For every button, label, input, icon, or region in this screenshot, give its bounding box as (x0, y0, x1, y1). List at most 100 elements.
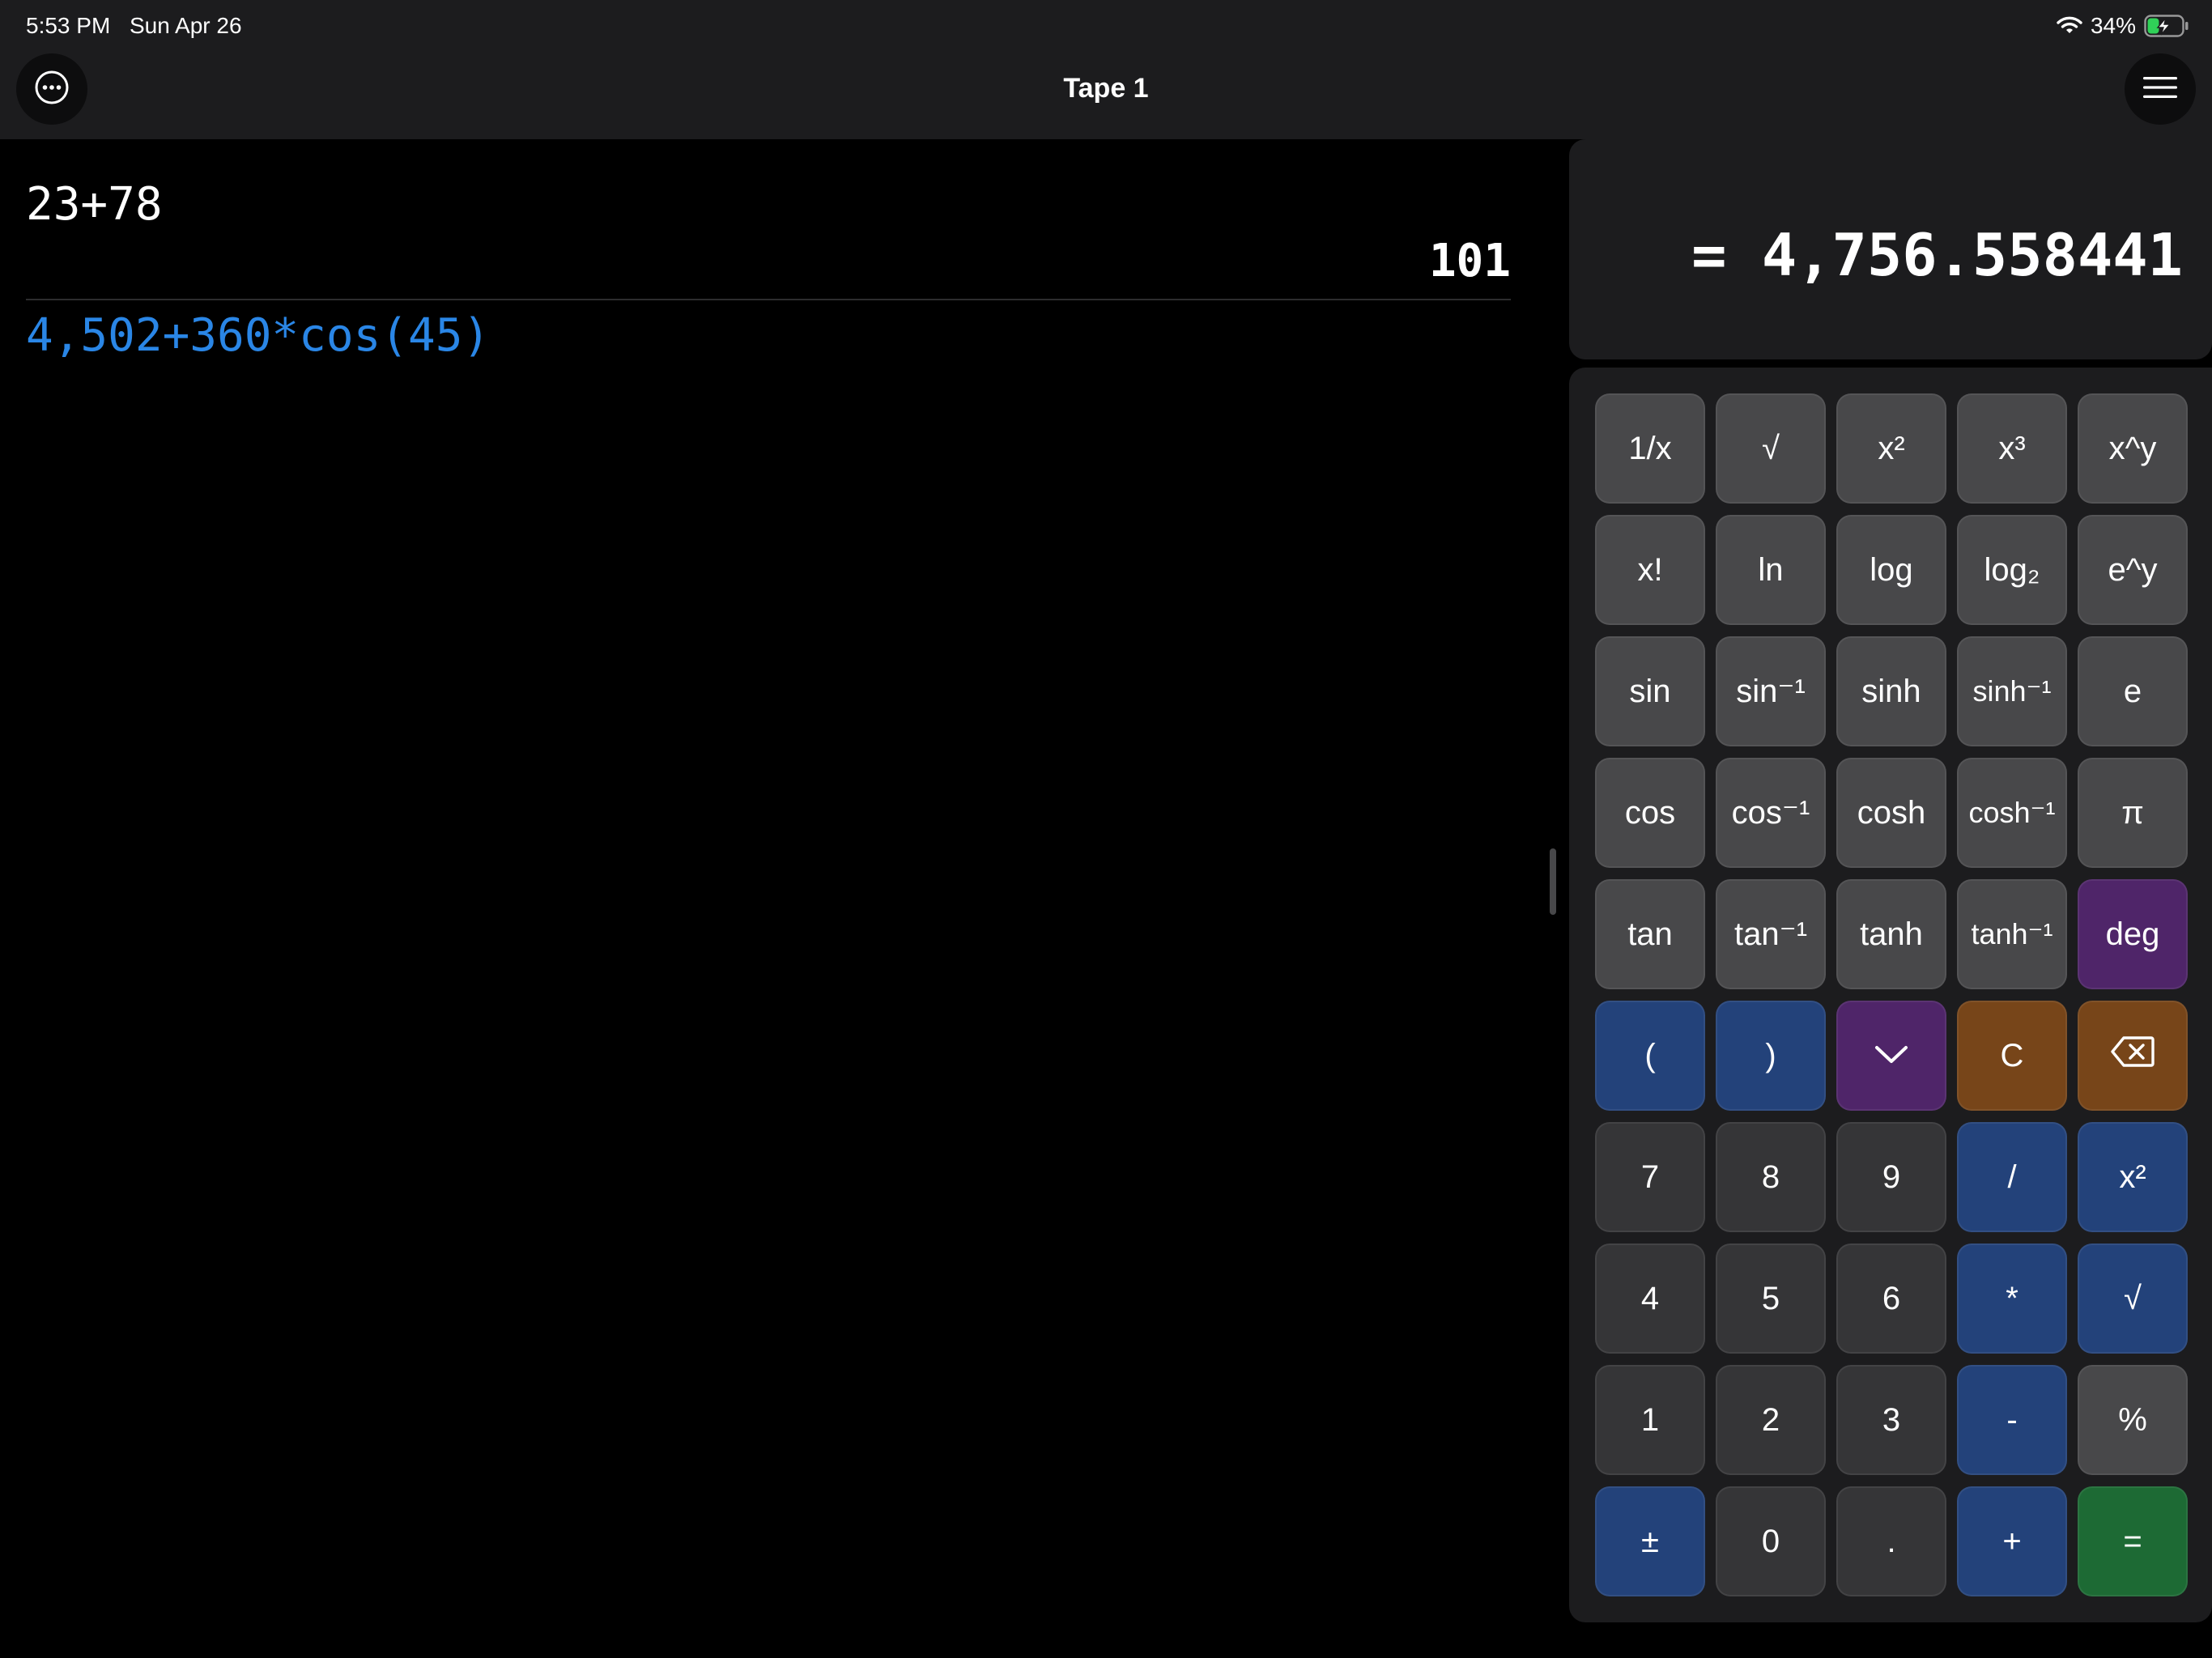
key-label: deg (2105, 916, 2160, 952)
key-label: x² (2119, 1158, 2146, 1195)
key-coshminusinverse[interactable]: cosh⁻¹ (1957, 758, 2067, 868)
current-expression[interactable]: 4,502+360*cos(45) (26, 308, 490, 364)
key-label: x² (1878, 430, 1905, 466)
key-tanhminusinverse[interactable]: tanh⁻¹ (1957, 879, 2067, 989)
key-4[interactable]: 4 (1595, 1244, 1705, 1354)
key-7[interactable]: 7 (1595, 1122, 1705, 1232)
key-label: x³ (1998, 430, 2026, 466)
key-xminussquared[interactable]: x² (1836, 393, 1946, 504)
key-xminussquared[interactable]: x² (2078, 1122, 2188, 1232)
key-label: ln (1758, 551, 1784, 588)
tape-area[interactable]: 23+78 101 4,502+360*cos(45) (0, 139, 1538, 1658)
key-multiply[interactable]: * (1957, 1244, 2067, 1354)
tape-entry-expression[interactable]: 23+78 (26, 176, 163, 233)
key-label: tanh⁻¹ (1971, 917, 2053, 950)
key-label: - (2006, 1401, 2018, 1438)
key-cosminusinverse[interactable]: cos⁻¹ (1716, 758, 1826, 868)
key-ln[interactable]: ln (1716, 515, 1826, 625)
key-label: % (2118, 1401, 2147, 1438)
key-label: ( (1644, 1037, 1656, 1073)
key-cosh[interactable]: cosh (1836, 758, 1946, 868)
chevron-down-icon (1874, 1038, 1909, 1074)
key-tanminusinverse[interactable]: tan⁻¹ (1716, 879, 1826, 989)
key-3[interactable]: 3 (1836, 1365, 1946, 1475)
key-sqrt[interactable]: √ (1716, 393, 1826, 504)
key-x-factorial[interactable]: x! (1595, 515, 1705, 625)
status-indicators: 34% (2057, 10, 2189, 42)
key-1[interactable]: 1 (1595, 1365, 1705, 1475)
status-time: 5:53 PM (26, 13, 111, 38)
key-label: 0 (1761, 1523, 1780, 1559)
key-plus[interactable]: + (1957, 1486, 2067, 1596)
key-logminus2[interactable]: log₂ (1957, 515, 2067, 625)
key-label: tan⁻¹ (1733, 916, 1808, 952)
key-label: e (2123, 673, 2142, 709)
key-e[interactable]: e (2078, 636, 2188, 746)
key-pi[interactable]: π (2078, 758, 2188, 868)
key-label: . (1887, 1523, 1896, 1559)
key-0[interactable]: 0 (1716, 1486, 1826, 1596)
key-label: 1/x (1628, 430, 1672, 466)
key-equals[interactable]: = (2078, 1486, 2188, 1596)
tape-divider (26, 299, 1511, 300)
battery-percent: 34% (2090, 13, 2136, 38)
key-sin[interactable]: sin (1595, 636, 1705, 746)
key-label: 2 (1761, 1401, 1780, 1438)
key-c[interactable]: C (1957, 1001, 2067, 1111)
page-title: Tape 1 (1063, 73, 1149, 104)
result-display: = 4,756.558441 (1569, 139, 2212, 359)
key-xminuscubed[interactable]: x³ (1957, 393, 2067, 504)
key-tan[interactable]: tan (1595, 879, 1705, 989)
calculator-app: 5:53 PM Sun Apr 26 34% Tape 1 23+78 101 … (0, 0, 2212, 1658)
key-8[interactable]: 8 (1716, 1122, 1826, 1232)
key-label: C (2000, 1037, 2024, 1073)
key-decimal[interactable]: . (1836, 1486, 1946, 1596)
key-percent[interactable]: % (2078, 1365, 2188, 1475)
key-close-paren[interactable]: ) (1716, 1001, 1826, 1111)
key-label: sin (1629, 673, 1671, 709)
key-label: 7 (1640, 1158, 1660, 1195)
key-divide[interactable]: / (1957, 1122, 2067, 1232)
key-collapse[interactable] (1836, 1001, 1946, 1111)
hamburger-menu-icon (2142, 74, 2178, 104)
key-6[interactable]: 6 (1836, 1244, 1946, 1354)
key-5[interactable]: 5 (1716, 1244, 1826, 1354)
key-e-pow-y[interactable]: e^y (2078, 515, 2188, 625)
key-cos[interactable]: cos (1595, 758, 1705, 868)
key-label: tan (1627, 916, 1673, 952)
key-label: cos⁻¹ (1731, 795, 1810, 831)
tape-entry-result[interactable]: 101 (1429, 233, 1511, 290)
key-deg[interactable]: deg (2078, 879, 2188, 989)
key-label: √ (1762, 430, 1780, 466)
menu-button[interactable] (2125, 53, 2196, 125)
key-sinminusinverse[interactable]: sin⁻¹ (1716, 636, 1826, 746)
key-label: * (2006, 1280, 2018, 1316)
key-2[interactable]: 2 (1716, 1365, 1826, 1475)
wifi-icon (2057, 16, 2082, 36)
key-label: x! (1637, 551, 1663, 588)
key-label: 3 (1882, 1401, 1901, 1438)
key-label: e^y (2108, 551, 2158, 588)
key-sinh[interactable]: sinh (1836, 636, 1946, 746)
key-sinhminusinverse[interactable]: sinh⁻¹ (1957, 636, 2067, 746)
keypad: 1/x √ x² x³ x^y x! ln log log₂ e^y sin sin⁻¹ sinh sin… (1569, 368, 2212, 1622)
key-backspace[interactable] (2078, 1001, 2188, 1111)
key-9[interactable]: 9 (1836, 1122, 1946, 1232)
key-label: sinh (1861, 673, 1921, 709)
key-label: = (2123, 1523, 2142, 1559)
key-label: ± (1641, 1523, 1659, 1559)
key-sqrt[interactable]: √ (2078, 1244, 2188, 1354)
key-label: cosh⁻¹ (1968, 796, 2056, 829)
key-tanh[interactable]: tanh (1836, 879, 1946, 989)
key-label: sin⁻¹ (1736, 674, 1806, 709)
key-x-pow-y[interactable]: x^y (2078, 393, 2188, 504)
key-1dividex[interactable]: 1/x (1595, 393, 1705, 504)
split-view-handle[interactable] (1550, 848, 1556, 915)
key-label: log (1870, 551, 1913, 588)
key-plusminusminus[interactable]: ± (1595, 1486, 1705, 1596)
key-label: ) (1765, 1037, 1776, 1073)
key-label: 9 (1882, 1158, 1901, 1195)
key-log[interactable]: log (1836, 515, 1946, 625)
key-minus[interactable]: - (1957, 1365, 2067, 1475)
key-open-paren[interactable]: ( (1595, 1001, 1705, 1111)
